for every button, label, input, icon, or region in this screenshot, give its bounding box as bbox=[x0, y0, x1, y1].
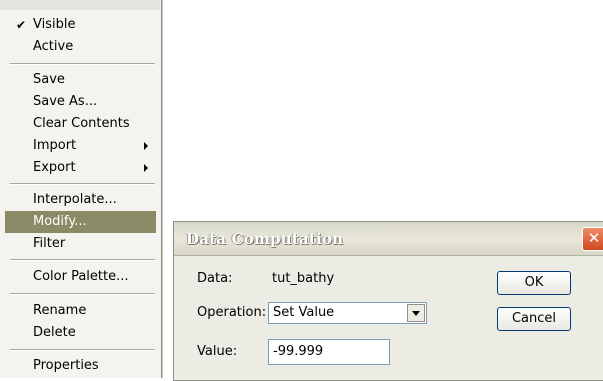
check-icon: ✔ bbox=[16, 18, 27, 32]
data-computation-dialog: Data Computation ✕ Data: tut_bathy Opera… bbox=[173, 221, 603, 381]
menu-item-label: Delete bbox=[33, 325, 76, 340]
menu-item-filter[interactable]: Filter bbox=[5, 233, 156, 255]
menu-item-active[interactable]: Active bbox=[5, 36, 156, 58]
menu-item-label: Color Palette... bbox=[33, 269, 129, 284]
menu-item-label: Save As... bbox=[33, 94, 98, 109]
value-input[interactable]: -99.999 bbox=[268, 339, 390, 365]
menu-item-label: Interpolate... bbox=[33, 192, 117, 207]
data-label: Data: bbox=[197, 271, 233, 286]
menu-item-label: Properties bbox=[33, 358, 99, 373]
menu-item-label: Export bbox=[33, 160, 76, 175]
cancel-button[interactable]: Cancel bbox=[497, 307, 571, 331]
menu-item-label: Rename bbox=[33, 303, 87, 318]
data-value: tut_bathy bbox=[272, 271, 335, 286]
menu-separator bbox=[10, 63, 155, 65]
operation-select[interactable]: Set Value bbox=[268, 302, 427, 324]
value-label: Value: bbox=[197, 344, 238, 359]
menu-item-save[interactable]: Save bbox=[5, 69, 156, 91]
menu-item-import[interactable]: Import bbox=[5, 135, 156, 157]
dialog-titlebar[interactable]: Data Computation ✕ bbox=[174, 222, 603, 256]
operation-label: Operation: bbox=[197, 305, 267, 320]
menu-top-edge bbox=[0, 0, 160, 10]
menu-separator bbox=[10, 349, 155, 351]
menu-item-label: Import bbox=[33, 138, 77, 153]
menu-item-label: Filter bbox=[33, 236, 66, 251]
menu-item-delete[interactable]: Delete bbox=[5, 322, 156, 344]
context-menu: ✔ Visible Active Save Save As... Clear C… bbox=[0, 0, 162, 378]
operation-select-value: Set Value bbox=[273, 305, 335, 320]
close-icon[interactable]: ✕ bbox=[582, 227, 603, 251]
chevron-down-icon[interactable] bbox=[407, 304, 425, 322]
submenu-arrow-icon bbox=[144, 142, 148, 150]
menu-item-label: Clear Contents bbox=[33, 116, 130, 131]
menu-item-label: Save bbox=[33, 72, 65, 87]
dialog-title: Data Computation bbox=[186, 230, 344, 248]
menu-item-label: Active bbox=[33, 39, 74, 54]
menu-separator bbox=[10, 293, 155, 295]
menu-item-label: Visible bbox=[33, 17, 76, 32]
menu-item-color-palette[interactable]: Color Palette... bbox=[5, 266, 156, 288]
menu-item-export[interactable]: Export bbox=[5, 157, 156, 179]
menu-item-visible[interactable]: ✔ Visible bbox=[5, 14, 156, 36]
menu-separator bbox=[10, 183, 155, 185]
submenu-arrow-icon bbox=[144, 164, 148, 172]
menu-item-interpolate[interactable]: Interpolate... bbox=[5, 189, 156, 211]
menu-separator bbox=[10, 259, 155, 261]
menu-item-properties[interactable]: Properties bbox=[5, 355, 156, 377]
menu-item-clear-contents[interactable]: Clear Contents bbox=[5, 113, 156, 135]
menu-item-rename[interactable]: Rename bbox=[5, 300, 156, 322]
menu-item-label: Modify... bbox=[33, 214, 87, 229]
menu-item-save-as[interactable]: Save As... bbox=[5, 91, 156, 113]
ok-button[interactable]: OK bbox=[497, 271, 571, 295]
menu-item-modify[interactable]: Modify... bbox=[5, 211, 156, 233]
